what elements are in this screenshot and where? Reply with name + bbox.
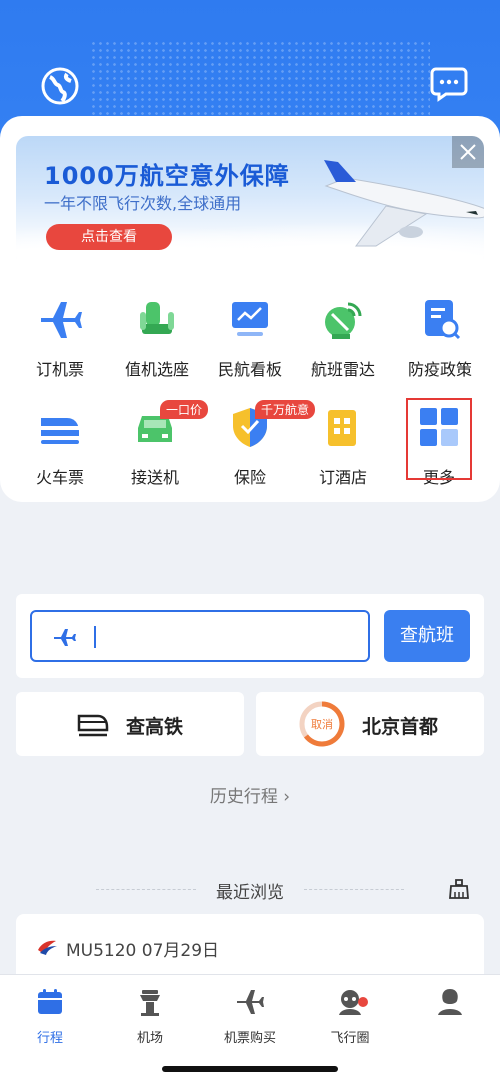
airport-status-text: 取消 xyxy=(311,718,333,731)
banner-close-button[interactable] xyxy=(452,136,484,168)
service-epidemic-policy[interactable]: 防疫政策 xyxy=(395,296,485,380)
promo-badge: 一口价 xyxy=(160,400,209,419)
service-aviation-dashboard[interactable]: 民航看板 xyxy=(205,296,295,380)
control-tower-icon xyxy=(140,990,160,1016)
highlight-box xyxy=(406,398,472,480)
profile-icon xyxy=(438,989,462,1015)
dashboard-icon xyxy=(232,302,268,336)
train-icon xyxy=(77,714,109,737)
service-label: 值机选座 xyxy=(124,360,189,379)
close-icon xyxy=(460,144,476,160)
policy-document-icon xyxy=(425,300,461,340)
radar-icon xyxy=(325,302,362,339)
service-airport-transfer[interactable]: 接送机 一口价 xyxy=(110,400,209,488)
train-icon xyxy=(41,418,79,444)
hotel-icon xyxy=(328,410,356,446)
clear-history-icon[interactable] xyxy=(448,878,470,900)
airline-logo-icon xyxy=(38,940,57,955)
history-trips-link[interactable]: 历史行程 › xyxy=(0,782,500,807)
check-high-speed-rail-button[interactable]: 查高铁 xyxy=(16,692,244,756)
recent-flight-text: MU5120 07月29日 xyxy=(66,941,220,961)
service-check-in[interactable]: 值机选座 xyxy=(112,296,202,380)
tab-label: 机票购买 xyxy=(223,1031,276,1046)
airplane-illustration xyxy=(324,160,484,247)
rail-label: 查高铁 xyxy=(126,716,184,738)
tab-label: 飞行圈 xyxy=(330,1031,370,1046)
service-label: 保险 xyxy=(233,468,266,487)
tab-buy-tickets[interactable]: 机票购买 xyxy=(200,987,300,1046)
airport-label: 北京首都 xyxy=(362,716,439,738)
service-label: 航班雷达 xyxy=(310,360,375,379)
airport-status-button[interactable]: 取消 北京首都 xyxy=(256,692,484,756)
message-bubble-icon[interactable] xyxy=(430,66,468,102)
service-label: 订酒店 xyxy=(318,468,367,487)
recent-header: 最近浏览 xyxy=(0,878,500,903)
service-label: 民航看板 xyxy=(217,360,282,379)
tab-label: 机场 xyxy=(136,1031,163,1046)
service-flight-radar[interactable]: 航班雷达 xyxy=(298,296,388,380)
airplane-icon xyxy=(41,302,82,338)
divider xyxy=(304,889,404,890)
service-book-hotel[interactable]: 订酒店 xyxy=(298,404,388,488)
tab-itinerary[interactable]: 行程 xyxy=(0,987,100,1046)
recent-title: 最近浏览 xyxy=(216,883,284,903)
home-indicator xyxy=(162,1066,338,1072)
promo-banner[interactable]: 1000万航空意外保障 一年不限飞行次数,全球通用 点击查看 xyxy=(16,136,484,268)
service-label: 接送机 xyxy=(130,468,179,487)
seat-icon xyxy=(140,302,174,334)
banner-view-button[interactable]: 点击查看 xyxy=(46,224,172,250)
service-book-flight[interactable]: 订机票 xyxy=(15,296,105,380)
service-insurance[interactable]: 保险 千万航意 xyxy=(205,400,316,488)
airplane-icon xyxy=(54,629,76,646)
flight-search-input[interactable] xyxy=(30,610,370,662)
tab-label: 行程 xyxy=(36,1031,63,1046)
banner-subtitle: 一年不限飞行次数,全球通用 xyxy=(44,194,242,213)
tab-flying-circle[interactable]: 飞行圈 xyxy=(300,987,400,1046)
calendar-icon xyxy=(38,989,62,1014)
airplane-icon xyxy=(237,990,264,1014)
tab-profile[interactable] xyxy=(400,987,500,1027)
banner-title: 1000万航空意外保障 xyxy=(44,162,290,190)
service-label: 订机票 xyxy=(35,360,84,379)
globe-icon[interactable] xyxy=(40,66,80,106)
text-cursor xyxy=(94,626,96,648)
tab-airport[interactable]: 机场 xyxy=(100,987,200,1046)
service-train-tickets[interactable]: 火车票 xyxy=(15,404,105,488)
service-label: 火车票 xyxy=(35,468,84,487)
service-label: 防疫政策 xyxy=(407,360,472,379)
notification-dot xyxy=(358,997,368,1007)
search-flight-button[interactable]: 查航班 xyxy=(384,610,470,662)
